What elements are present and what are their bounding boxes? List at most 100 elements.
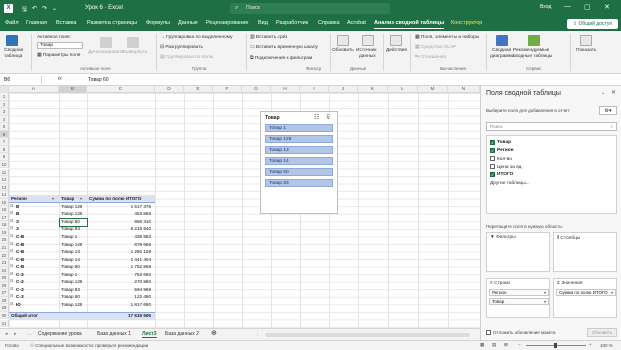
slicer-product[interactable]: Товар ☷ ⊽ Товар 1 Товар 128 Товар 13 Тов…: [260, 111, 338, 214]
undo-icon[interactable]: ↶: [32, 5, 37, 12]
collapse-icon[interactable]: ⊟: [10, 278, 13, 286]
pivot-cell-product[interactable]: Товар 83: [61, 286, 80, 294]
row-header[interactable]: 7: [0, 138, 9, 146]
login-button[interactable]: Вход: [540, 4, 551, 10]
pane-close-icon[interactable]: ✕: [611, 89, 616, 96]
zoom-out-icon[interactable]: −: [518, 342, 521, 347]
collapse-icon[interactable]: ⊟: [10, 218, 13, 226]
pivot-cell-product[interactable]: Товар 128: [61, 203, 82, 211]
row-header[interactable]: 28: [0, 296, 9, 305]
drill-up-button[interactable]: Развернуть: [122, 50, 147, 55]
redo-icon[interactable]: ↷: [42, 5, 47, 12]
row-header[interactable]: 5: [0, 123, 9, 131]
row-header[interactable]: 18: [0, 221, 9, 229]
drill-down-button[interactable]: Детализировать: [88, 50, 124, 55]
chevron-down-icon[interactable]: ▾: [544, 290, 546, 296]
sheet-tab[interactable]: База данных 2: [165, 331, 199, 337]
pivot-cell-region[interactable]: З: [16, 218, 19, 226]
pivot-cell-region[interactable]: Ю: [16, 301, 21, 309]
column-header[interactable]: F: [213, 86, 242, 93]
collapse-icon[interactable]: ⊟: [10, 203, 13, 211]
row-header[interactable]: 27: [0, 289, 9, 297]
rows-field-chip[interactable]: Товар ▾: [489, 298, 549, 305]
zoom-in-icon[interactable]: +: [589, 342, 592, 347]
pivot-cell-sum[interactable]: 763 692: [89, 271, 151, 279]
share-button[interactable]: ⇪ Общий доступ: [567, 19, 618, 29]
formula-input[interactable]: Товар 60: [88, 76, 109, 84]
tab-page-layout[interactable]: Разметка страницы: [87, 20, 137, 26]
change-source-button-2[interactable]: данных: [359, 54, 376, 59]
row-header[interactable]: 9: [0, 153, 9, 161]
row-header[interactable]: 20: [0, 236, 9, 244]
row-header[interactable]: 16: [0, 206, 9, 214]
pivot-cell-product[interactable]: Товар 14: [61, 256, 80, 264]
minimize-button[interactable]: —: [564, 3, 571, 10]
pivot-cell-product[interactable]: Товар 60: [61, 263, 80, 271]
checkbox-checked-icon[interactable]: ✓: [490, 140, 495, 145]
row-header[interactable]: 21: [0, 244, 9, 252]
collapse-icon[interactable]: ⊟: [10, 210, 13, 218]
pivot-cell-product[interactable]: Товар 1: [61, 271, 77, 279]
pivot-cell-region[interactable]: С-В: [16, 241, 24, 249]
checkbox-unchecked-icon[interactable]: [490, 156, 495, 161]
pivot-cell-product[interactable]: Товар 83: [61, 225, 80, 233]
collapse-icon[interactable]: ⊟: [10, 241, 13, 249]
collapse-icon[interactable]: ⊟: [10, 256, 13, 264]
collapse-icon[interactable]: ⊟: [10, 293, 13, 301]
tab-home[interactable]: Главная: [26, 20, 47, 26]
sheet-tab[interactable]: База данных 1: [97, 331, 131, 337]
group-field-button[interactable]: ▤ Группировка по полю: [160, 55, 213, 60]
row-header[interactable]: 24: [0, 266, 9, 275]
page-layout-view-icon[interactable]: ▤: [492, 342, 496, 348]
field-item[interactable]: Кол-во: [490, 156, 512, 162]
filter-connections-button[interactable]: ⧉ Подключения к фильтрам: [250, 55, 312, 61]
olap-button[interactable]: ▦ Средства OLAP: [415, 45, 456, 50]
collapse-icon[interactable]: ⊟: [10, 286, 13, 294]
slicer-item[interactable]: Товар 13: [265, 146, 333, 154]
pivot-cell-sum[interactable]: 1 280 109: [89, 248, 151, 256]
collapse-icon[interactable]: ⊟: [10, 263, 13, 271]
pivot-cell-sum[interactable]: 1 817 690: [89, 301, 151, 309]
field-search-input[interactable]: Поиск ⌕: [486, 122, 617, 131]
row-header[interactable]: 19: [0, 228, 9, 237]
slicer-item[interactable]: Товар 83: [265, 179, 333, 187]
column-header[interactable]: L: [388, 86, 418, 93]
column-header[interactable]: C: [87, 86, 155, 93]
slicer-item[interactable]: Товар 60: [265, 168, 333, 176]
column-header[interactable]: N: [448, 86, 480, 93]
row-header[interactable]: 31: [0, 319, 9, 328]
fx-icon[interactable]: fx: [58, 76, 62, 82]
ungroup-button[interactable]: ⊟ Разгруппировать: [160, 45, 203, 50]
column-header[interactable]: B: [59, 86, 87, 93]
worksheet-grid[interactable]: A B C D E F G H I J K L M N 1 2 3 4 5 6 7 8 9 10 1…: [0, 86, 480, 328]
values-area[interactable]: Σ Значения Сумма по полю ИТОГО ▾: [553, 278, 617, 318]
fields-items-button[interactable]: ▦ Поля, элементы и наборы: [415, 35, 479, 40]
filter-dropdown-icon[interactable]: ▾: [52, 195, 54, 203]
zoom-slider-thumb[interactable]: [554, 343, 557, 348]
slicer-item[interactable]: Товар 1: [265, 124, 333, 132]
row-header[interactable]: 30: [0, 311, 9, 320]
more-tables-link[interactable]: Другие таблицы...: [490, 181, 530, 186]
column-header[interactable]: E: [184, 86, 213, 93]
normal-view-icon[interactable]: ▦: [480, 342, 484, 348]
pivot-cell-region[interactable]: С-З: [16, 278, 24, 286]
field-item[interactable]: ✓ Регион: [490, 148, 514, 153]
row-header[interactable]: 2: [0, 100, 9, 109]
pivot-cell-region[interactable]: С-В: [16, 248, 24, 256]
checkbox-checked-icon[interactable]: ✓: [490, 148, 495, 153]
multi-select-icon[interactable]: ☷: [314, 114, 319, 121]
update-button[interactable]: Обновить: [587, 328, 617, 337]
pivot-cell-region[interactable]: З: [16, 225, 19, 233]
tab-splitter-icon[interactable]: ⋮: [255, 331, 260, 337]
close-button[interactable]: ✕: [604, 3, 610, 11]
more-sheets-icon[interactable]: …: [27, 331, 32, 337]
pivot-cell-sum[interactable]: 1 517 376: [89, 203, 151, 211]
pivot-header-region[interactable]: Регион: [11, 195, 27, 203]
accessibility-status[interactable]: ⚇ Специальные возможности: проверьте рек…: [30, 343, 148, 349]
checkbox-checked-icon[interactable]: ✓: [490, 172, 495, 177]
filter-dropdown-icon[interactable]: ▾: [80, 195, 82, 203]
row-header[interactable]: 8: [0, 145, 9, 154]
columns-area[interactable]: ⫴ Столбцы: [553, 232, 617, 272]
column-header[interactable]: G: [242, 86, 271, 93]
checkbox-unchecked-icon[interactable]: [486, 330, 491, 335]
